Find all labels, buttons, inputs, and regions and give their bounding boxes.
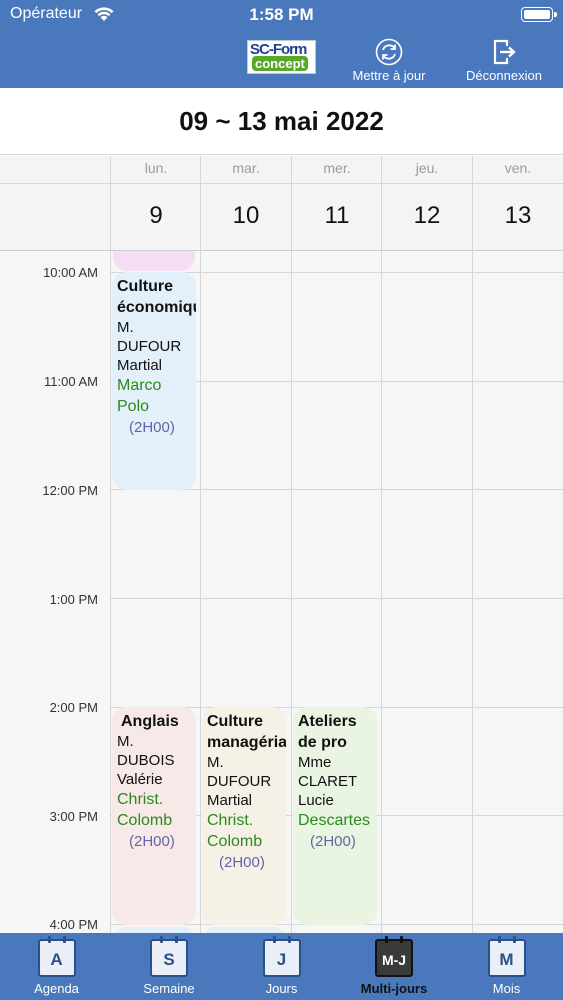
day-number: 10 bbox=[232, 202, 260, 229]
event-title: Culture managériale bbox=[207, 713, 286, 751]
logo-text-bottom: concept bbox=[252, 56, 308, 71]
date-range-title: 09 ~ 13 mai 2022 bbox=[0, 88, 563, 155]
tab-semaine[interactable]: S Semaine bbox=[113, 933, 225, 1000]
logout-button[interactable]: Déconnexion bbox=[455, 38, 553, 83]
tab-mois[interactable]: M Mois bbox=[450, 933, 563, 1000]
day-name: jeu. bbox=[415, 160, 439, 176]
day-number: 12 bbox=[413, 202, 441, 229]
tab-label: Jours bbox=[265, 981, 298, 996]
calendar-icon: A bbox=[37, 936, 76, 977]
time-label: 11:00 AM bbox=[44, 374, 98, 389]
tab-multi-jours[interactable]: M-J Multi-jours bbox=[338, 933, 450, 1000]
clock: 1:58 PM bbox=[249, 5, 314, 24]
day-number: 11 bbox=[324, 202, 350, 229]
event-room: Christ. Colomb bbox=[207, 812, 263, 850]
tab-label: Semaine bbox=[143, 981, 195, 996]
tab-label: Multi-jours bbox=[360, 981, 428, 996]
day-column-header[interactable]: mer. 11 bbox=[291, 156, 382, 251]
logout-icon bbox=[493, 39, 516, 65]
day-column-header[interactable]: ven. 13 bbox=[472, 156, 563, 251]
event-room: Christ. Colomb bbox=[117, 791, 173, 829]
time-label: 4:00 PM bbox=[49, 917, 98, 932]
event-title: Anglais bbox=[121, 713, 179, 730]
event-title: Ateliers de pro bbox=[298, 713, 357, 751]
time-label: 10:00 AM bbox=[43, 265, 98, 280]
day-column-header[interactable]: jeu. 12 bbox=[381, 156, 472, 251]
logout-label: Déconnexion bbox=[466, 68, 542, 83]
event-duration: (2H00) bbox=[219, 854, 265, 871]
event-teacher: Mme CLARET Lucie bbox=[298, 754, 357, 809]
tab-jours[interactable]: J Jours bbox=[225, 933, 338, 1000]
event-card[interactable]: Anglais M. DUBOIS Valérie Christ. Colomb… bbox=[112, 707, 196, 925]
event-card-partial[interactable] bbox=[113, 251, 195, 271]
tab-label: Mois bbox=[492, 981, 521, 996]
event-duration: (2H00) bbox=[129, 833, 175, 850]
app-header: Opérateur 1:58 PM SC-Form concept Mettre… bbox=[0, 0, 563, 88]
time-label: 3:00 PM bbox=[49, 809, 98, 824]
event-duration: (2H00) bbox=[129, 419, 175, 436]
calendar-icon: M-J bbox=[375, 936, 413, 977]
event-room: Marco Polo bbox=[117, 377, 162, 415]
day-column-header[interactable]: lun. 9 bbox=[110, 156, 201, 251]
time-label: 1:00 PM bbox=[49, 592, 98, 607]
tab-label: Agenda bbox=[34, 981, 79, 996]
day-name: ven. bbox=[504, 160, 532, 176]
event-teacher: M. DUFOUR Martial bbox=[117, 319, 182, 374]
event-card[interactable]: Ateliers de pro Mme CLARET Lucie Descart… bbox=[293, 707, 377, 925]
event-title: Culture économique bbox=[117, 278, 196, 316]
day-name: mar. bbox=[232, 160, 260, 176]
day-name: mer. bbox=[323, 160, 351, 176]
day-number: 9 bbox=[149, 202, 163, 229]
event-duration: (2H00) bbox=[310, 833, 356, 850]
update-label: Mettre à jour bbox=[352, 68, 426, 83]
day-number: 13 bbox=[504, 202, 532, 229]
time-label: 12:00 PM bbox=[42, 483, 98, 498]
event-card[interactable]: Culture managériale M. DUFOUR Martial Ch… bbox=[202, 707, 286, 925]
calendar-icon: S bbox=[150, 936, 188, 977]
event-card[interactable]: Culture économique M. DUFOUR Martial Mar… bbox=[112, 272, 196, 490]
day-name: lun. bbox=[144, 160, 168, 176]
tab-agenda[interactable]: A Agenda bbox=[0, 933, 113, 1000]
app-logo: SC-Form concept bbox=[247, 40, 316, 74]
calendar-icon: J bbox=[262, 936, 301, 977]
battery-icon bbox=[521, 7, 557, 22]
time-label: 2:00 PM bbox=[49, 700, 98, 715]
bottom-tab-bar: A Agenda S Semaine J Jours M-J Multi-jou… bbox=[0, 933, 563, 1000]
calendar-icon: M bbox=[487, 936, 526, 977]
days-header: lun. 9 mar. 10 mer. 11 jeu. 12 ven. 13 bbox=[0, 156, 563, 251]
update-button[interactable]: Mettre à jour bbox=[343, 38, 435, 83]
status-bar: Opérateur 1:58 PM bbox=[0, 0, 563, 30]
day-column-header[interactable]: mar. 10 bbox=[200, 156, 291, 251]
schedule-grid[interactable]: 10:00 AM 11:00 AM 12:00 PM 1:00 PM 2:00 … bbox=[0, 251, 563, 933]
event-teacher: M. DUBOIS Valérie bbox=[117, 733, 175, 788]
event-room: Descartes bbox=[298, 812, 371, 829]
event-teacher: M. DUFOUR Martial bbox=[207, 754, 272, 809]
refresh-icon bbox=[375, 38, 403, 66]
